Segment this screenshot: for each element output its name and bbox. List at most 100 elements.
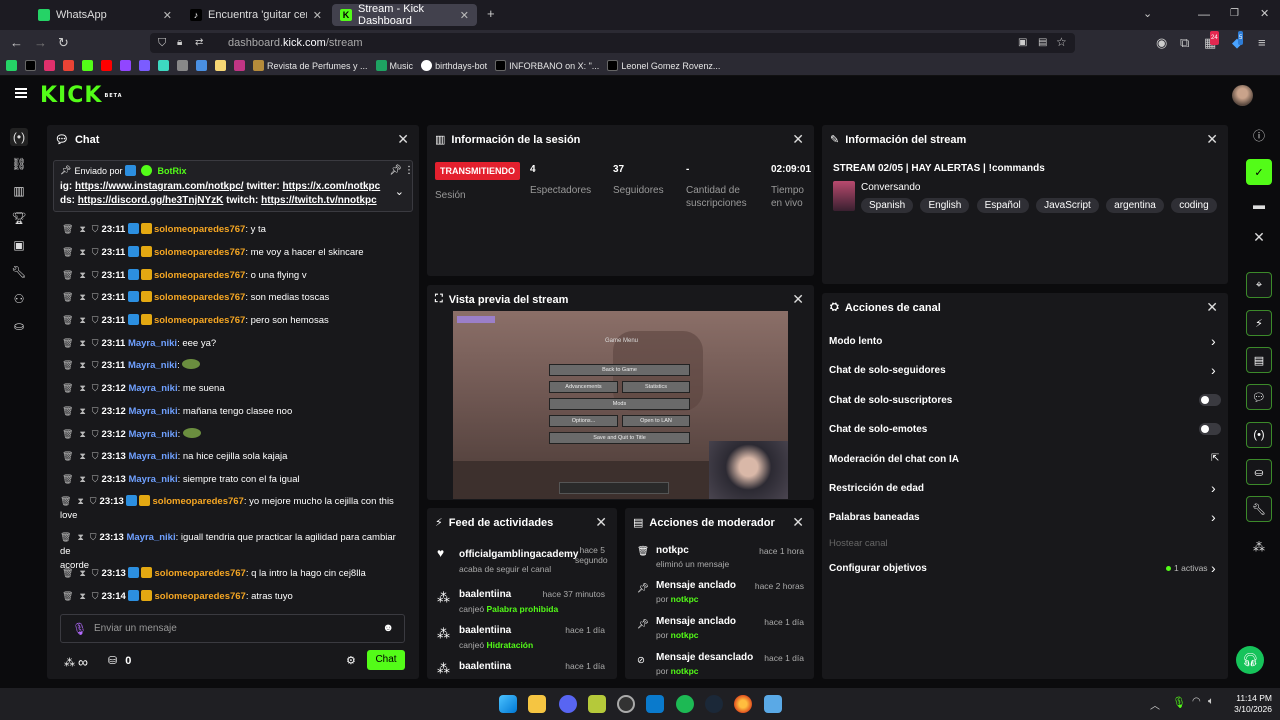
ai-moderation-action[interactable]: Moderación del chat con IA <box>829 454 959 465</box>
bookmark-birthdays[interactable]: birthdays-bot <box>421 60 487 71</box>
close-icon[interactable]: ✕ <box>595 514 607 531</box>
timeout-icon[interactable]: ⧗ <box>77 496 83 506</box>
close-icon[interactable]: ✕ <box>792 291 804 308</box>
broadcast-button[interactable]: (•) <box>1246 422 1272 448</box>
youtube-icon[interactable] <box>101 60 112 71</box>
more-icon[interactable]: ⋮ <box>404 165 414 176</box>
game-advancements-button[interactable]: Advancements <box>549 381 618 393</box>
wrench-icon[interactable]: 🔧︎ <box>11 264 27 280</box>
game-lan-button[interactable]: Open to LAN <box>622 415 690 427</box>
gmail-icon[interactable] <box>63 60 74 71</box>
live-app-icon[interactable] <box>588 695 606 713</box>
permissions-icon[interactable]: ⇄ <box>195 36 203 50</box>
delete-message-icon[interactable]: 🗑︎ <box>62 474 73 484</box>
notes-button[interactable]: ▤ <box>1246 347 1272 373</box>
instagram-link[interactable]: https://www.instagram.com/notkpc/ <box>75 181 244 192</box>
delete-message-icon[interactable]: 🗑︎ <box>60 532 71 542</box>
tab-tiktok[interactable]: ♪ Encuentra 'guitar center' en Tik ✕ <box>182 4 330 26</box>
message-username[interactable]: solomeoparedes767 <box>154 292 245 303</box>
close-tab-icon[interactable]: ✕ <box>163 9 172 22</box>
delete-message-icon[interactable]: 🗑︎ <box>62 591 73 601</box>
ban-icon[interactable]: ⛉ <box>92 568 99 578</box>
ban-icon[interactable]: ⛉ <box>92 224 99 234</box>
chevron-right-icon[interactable]: › <box>1211 480 1216 496</box>
mod-user[interactable]: notkpc <box>656 545 729 556</box>
chevron-right-icon[interactable]: › <box>1211 362 1216 378</box>
age-restriction-action[interactable]: Restricción de edad <box>829 483 924 494</box>
delete-message-icon[interactable]: 🗑︎ <box>62 224 73 234</box>
tag[interactable]: Spanish <box>861 198 914 213</box>
ban-icon[interactable]: ⛉ <box>92 315 99 325</box>
timeout-icon[interactable]: ⧗ <box>79 270 85 280</box>
tag[interactable]: English <box>920 198 970 213</box>
subscribers-only-toggle[interactable] <box>1199 394 1221 406</box>
ban-icon[interactable]: ⛉ <box>92 338 99 348</box>
game-quit-button[interactable]: Save and Quit to Title <box>549 432 690 444</box>
analytics-icon[interactable]: ▥ <box>11 183 27 199</box>
message-username[interactable]: solomeoparedes767 <box>154 568 245 579</box>
wave-icon[interactable] <box>177 60 188 71</box>
timeout-icon[interactable]: ⧗ <box>77 532 83 542</box>
firefox-icon[interactable] <box>734 695 752 713</box>
timeout-icon[interactable]: ⧗ <box>79 292 85 302</box>
timeout-icon[interactable]: ⧗ <box>79 247 85 257</box>
goals-action[interactable]: Configurar objetivos <box>829 563 927 574</box>
emoji-icon[interactable]: ☻ <box>382 622 394 634</box>
star-icon[interactable] <box>196 60 207 71</box>
delete-message-icon[interactable]: 🗑︎ <box>62 383 73 393</box>
message-username[interactable]: Mayra_niki <box>128 360 177 371</box>
spotify-icon[interactable] <box>676 695 694 713</box>
message-username[interactable]: solomeoparedes767 <box>154 224 245 235</box>
tag[interactable]: JavaScript <box>1036 198 1099 213</box>
feed-user[interactable]: officialgamblingacademy <box>459 549 578 560</box>
timeout-icon[interactable]: ⧗ <box>79 474 85 484</box>
delete-message-icon[interactable]: 🗑︎ <box>62 247 73 257</box>
shield-icon[interactable]: ⛉ <box>158 36 166 50</box>
volume-icon[interactable]: 🔈︎ <box>1208 696 1214 707</box>
twitch-icon[interactable] <box>120 60 131 71</box>
delete-message-icon[interactable]: 🗑︎ <box>62 292 73 302</box>
message-username[interactable]: solomeoparedes767 <box>154 247 245 258</box>
message-username[interactable]: Mayra_niki <box>128 406 177 417</box>
focus-button[interactable]: ⌖ <box>1246 272 1272 298</box>
tab-whatsapp[interactable]: WhatsApp ✕ <box>30 4 180 26</box>
trophy-icon[interactable]: 🏆︎ <box>11 210 27 226</box>
stream-live-icon[interactable]: (•) <box>10 128 28 146</box>
mail-icon[interactable] <box>234 60 245 71</box>
timeout-icon[interactable]: ⧗ <box>79 591 85 601</box>
file-explorer-icon[interactable] <box>528 695 546 713</box>
close-icon[interactable]: ✕ <box>792 514 804 531</box>
steam-icon[interactable] <box>705 695 723 713</box>
extension-a-icon[interactable]: ▦24 <box>1204 31 1219 50</box>
cloud-icon[interactable] <box>215 60 226 71</box>
activity-icon[interactable]: ⁂ <box>1251 539 1267 555</box>
message-username[interactable]: Mayra_niki <box>128 429 177 440</box>
timeout-icon[interactable]: ⧗ <box>79 429 85 439</box>
microphone-icon[interactable]: 🎙︎ <box>1172 696 1186 709</box>
chevron-right-icon[interactable]: › <box>1211 333 1216 349</box>
ban-icon[interactable]: ⛉ <box>92 474 99 484</box>
tag[interactable]: Español <box>976 198 1029 213</box>
bookmark-star-icon[interactable]: ☆ <box>1056 35 1067 49</box>
tag[interactable]: coding <box>1171 198 1217 213</box>
new-tab-icon[interactable]: + <box>487 7 495 21</box>
emotes-only-toggle[interactable] <box>1199 423 1221 435</box>
close-icon[interactable]: ✕ <box>1251 229 1267 245</box>
game-back-button[interactable]: Back to Game <box>549 364 690 376</box>
delete-message-icon[interactable]: 🗑︎ <box>62 338 73 348</box>
message-username[interactable]: solomeoparedes767 <box>152 496 243 507</box>
delete-message-icon[interactable]: 🗑︎ <box>62 568 73 578</box>
video-icon[interactable]: ▣ <box>11 237 27 253</box>
close-tab-icon[interactable]: ✕ <box>460 9 469 22</box>
minimize-icon[interactable]: — <box>1198 7 1210 21</box>
close-window-icon[interactable]: ✕ <box>1260 7 1269 21</box>
obs-icon[interactable] <box>617 695 635 713</box>
screenshot-icon[interactable]: ▣ <box>1018 36 1027 50</box>
banned-words-action[interactable]: Palabras baneadas <box>829 512 920 523</box>
delete-message-icon[interactable]: 🗑︎ <box>62 429 73 439</box>
chevron-right-icon[interactable]: › <box>1211 509 1216 525</box>
followers-only-action[interactable]: Chat de solo-seguidores <box>829 365 946 376</box>
users-icon[interactable]: ⚇ <box>11 291 27 307</box>
send-chat-button[interactable]: Chat <box>367 650 405 670</box>
message-username[interactable]: Mayra_niki <box>128 338 177 349</box>
